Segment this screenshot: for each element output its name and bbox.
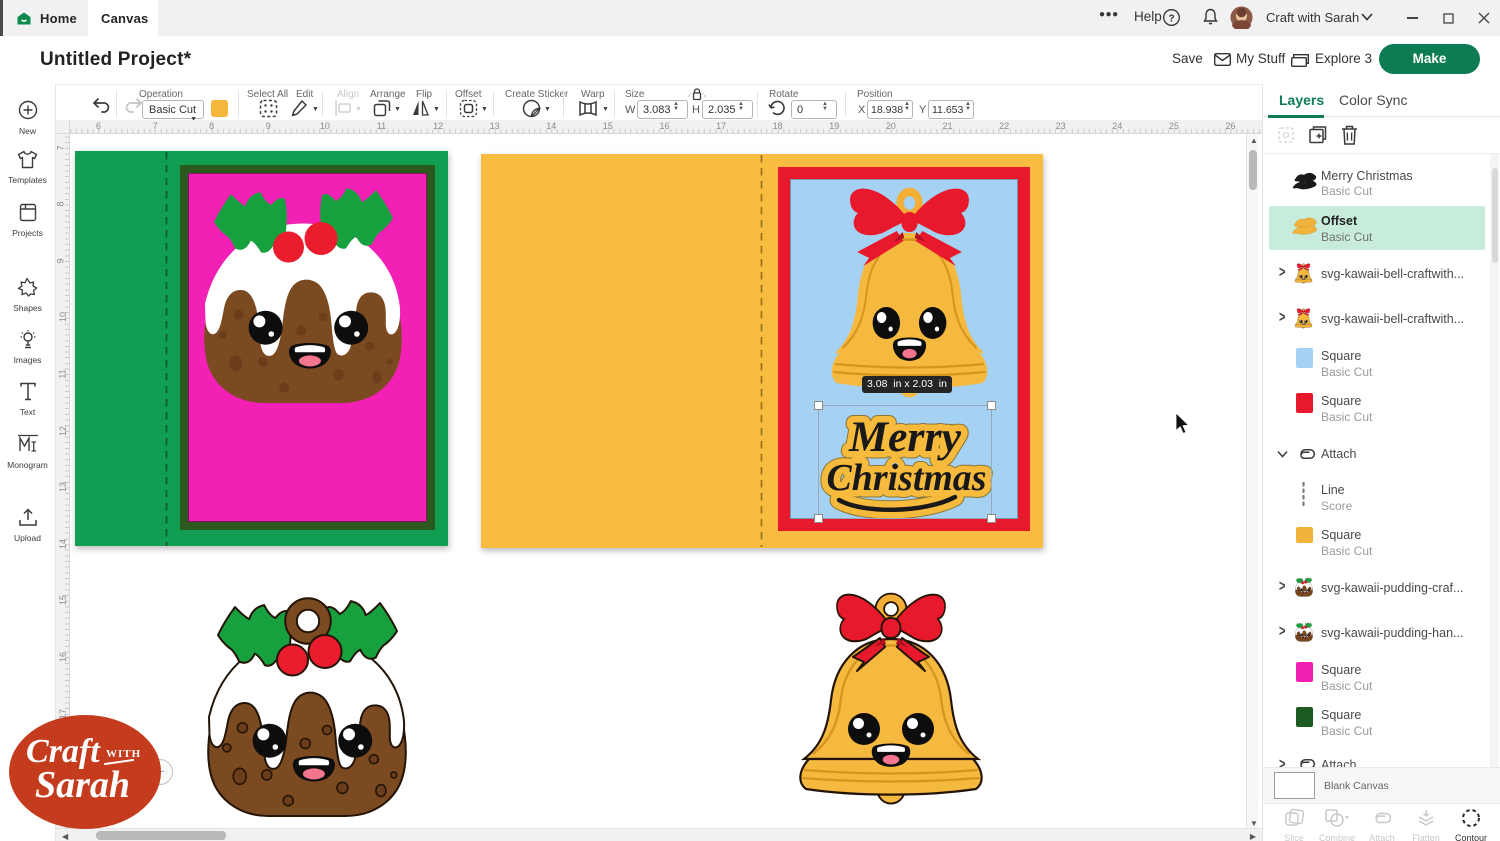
svg-text:?: ?: [1168, 13, 1174, 24]
